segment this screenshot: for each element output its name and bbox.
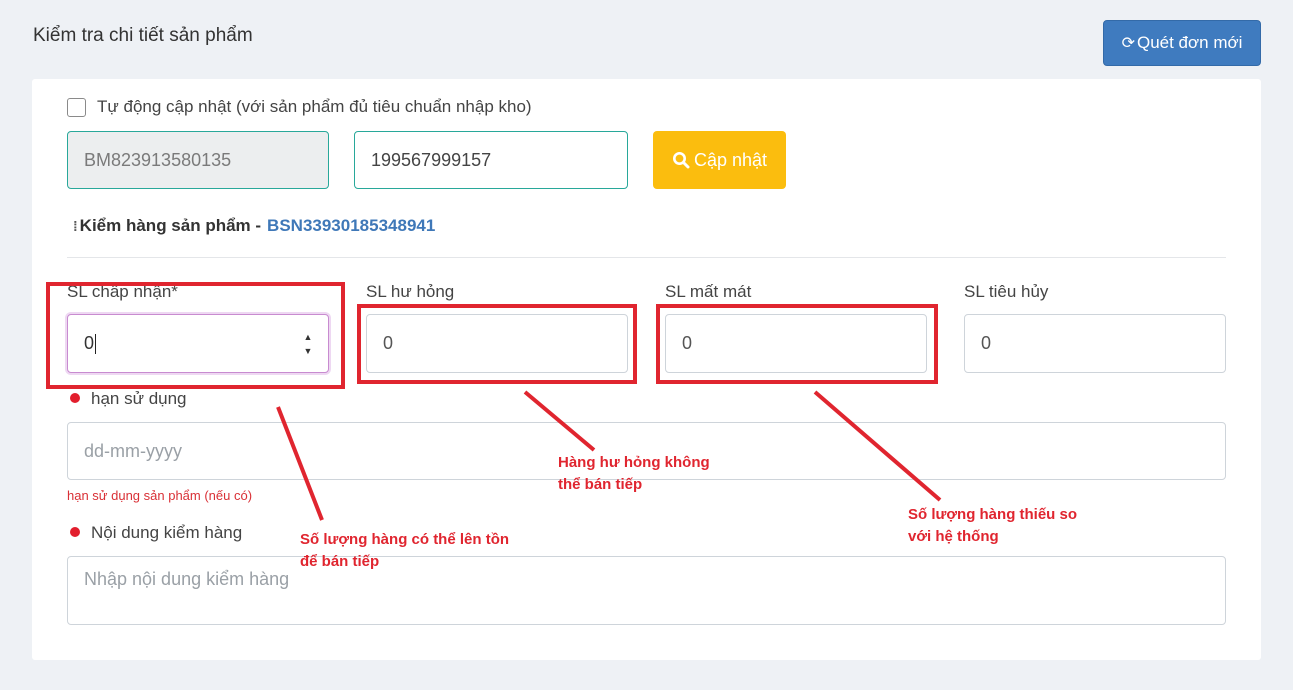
accepted-note: Số lượng hàng có thể lên tồn để bán tiếp	[300, 529, 509, 573]
lost-note-line-2: với hệ thống	[908, 528, 999, 545]
lost-note-line-1: Số lượng hàng thiếu so	[908, 506, 1078, 523]
damaged-arrow	[523, 390, 596, 452]
damaged-note-line-2: thể bán tiếp	[558, 476, 643, 493]
annotation-arrows	[276, 390, 942, 521]
lost-note: Số lượng hàng thiếu so với hệ thống	[908, 504, 1077, 548]
accepted-note-line-1: Số lượng hàng có thể lên tồn	[300, 531, 510, 548]
damaged-note: Hàng hư hỏng không thể bán tiếp	[558, 452, 710, 496]
accepted-note-line-2: để bán tiếp	[300, 553, 380, 570]
lost-arrow	[813, 390, 942, 502]
accepted-arrow	[276, 406, 324, 521]
damaged-note-line-1: Hàng hư hỏng không	[558, 454, 710, 471]
